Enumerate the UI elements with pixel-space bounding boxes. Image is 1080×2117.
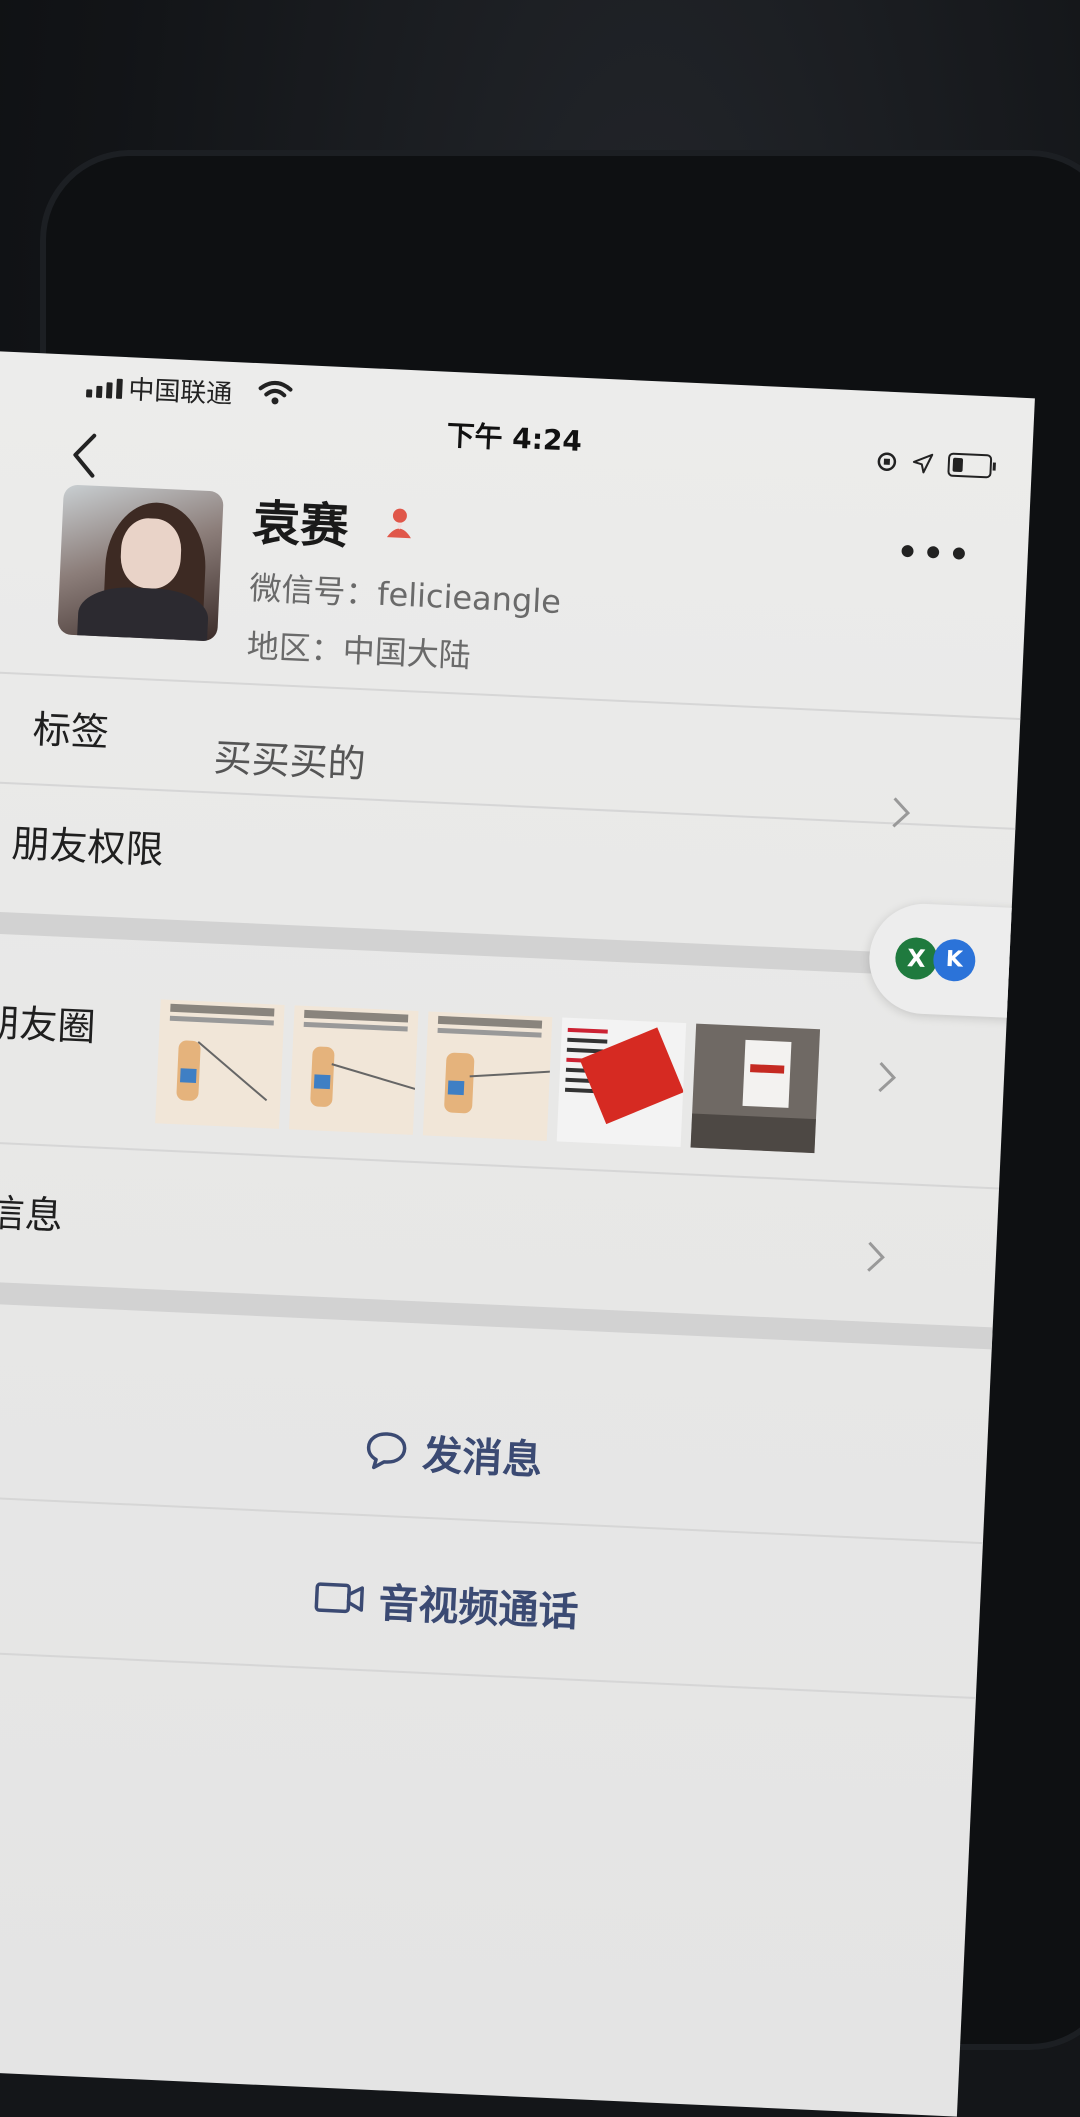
clock: 下午 4:24 — [445, 418, 583, 458]
chevron-right-icon — [892, 797, 911, 828]
moments-thumbnails — [155, 999, 821, 1154]
more-options-icon[interactable]: ••• — [896, 532, 975, 575]
carrier-name: 中国联通 — [127, 375, 233, 410]
location-icon — [912, 453, 934, 474]
back-icon[interactable] — [64, 424, 107, 486]
moments-thumbnail — [422, 1011, 553, 1141]
battery-icon — [947, 452, 993, 479]
send-message-label: 发消息 — [421, 1432, 544, 1485]
section-divider — [0, 1279, 993, 1350]
send-message-button[interactable]: 发消息 — [0, 1369, 989, 1537]
floating-badge-k: K — [932, 938, 977, 983]
video-call-label: 音视频通话 — [377, 1580, 580, 1636]
wechat-id: 微信号：felicieangle — [248, 568, 562, 622]
divider — [0, 669, 1021, 721]
moments-thumbnail — [155, 999, 285, 1129]
moments-thumbnail — [690, 1023, 821, 1154]
orientation-lock-icon — [877, 452, 897, 471]
chat-bubble-icon — [366, 1432, 407, 1470]
chevron-right-icon — [867, 1241, 885, 1272]
tags-value: 买买买的 — [212, 735, 367, 787]
moments-thumbnail — [288, 1005, 419, 1135]
video-camera-icon — [314, 1582, 364, 1614]
moments-label: 朋友圈 — [0, 1000, 97, 1050]
chevron-right-icon — [878, 1062, 897, 1093]
region: 地区：中国大陆 — [246, 626, 472, 676]
divider — [0, 1139, 1000, 1190]
more-info-label: 更多信息 — [0, 1187, 64, 1239]
video-call-button[interactable]: 音视频通话 — [0, 1519, 982, 1687]
moments-thumbnail — [556, 1017, 687, 1148]
signal-icon — [85, 377, 123, 399]
contact-name: 袁赛 — [251, 495, 350, 556]
section-divider — [0, 909, 1010, 980]
avatar[interactable] — [57, 484, 224, 642]
floating-badge-x: X — [894, 936, 939, 981]
tags-label: 标签 — [31, 707, 110, 755]
floating-app-switcher[interactable]: X K — [866, 901, 1032, 1019]
wifi-icon — [258, 380, 293, 405]
female-gender-icon — [386, 508, 411, 539]
status-icons — [875, 449, 993, 479]
phone-screen: 中国联通 下午 4:24 ••• 袁赛 微信号：felicieangle 地区：… — [0, 350, 1035, 2117]
friend-permissions-label: 朋友权限 — [10, 821, 165, 873]
